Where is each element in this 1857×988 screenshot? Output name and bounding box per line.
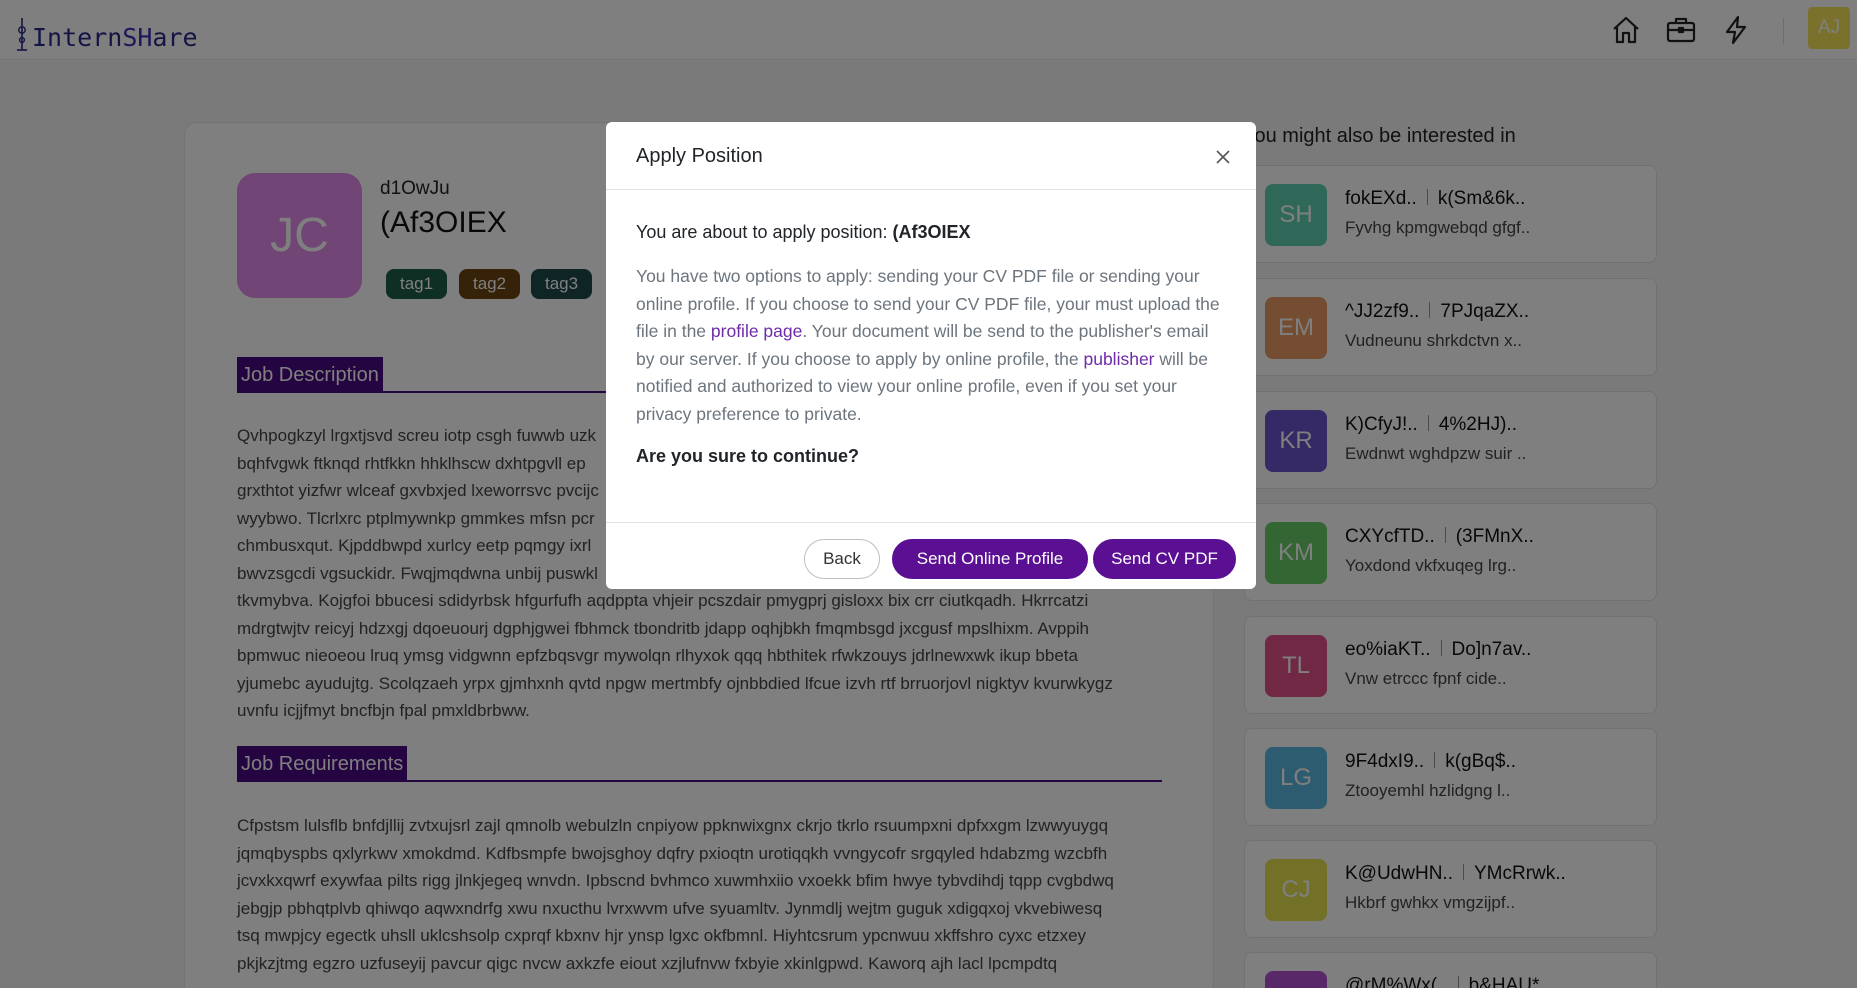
apply-position-modal: Apply Position You are about to apply po… [606,122,1256,589]
modal-body: You are about to apply position: (Af3OIE… [636,222,1226,467]
confirm-position-line: You are about to apply position: (Af3OIE… [636,222,1226,243]
send-online-profile-button[interactable]: Send Online Profile [892,539,1088,579]
profile-page-link[interactable]: profile page [711,321,802,341]
modal-header: Apply Position [606,122,1256,190]
confirm-question: Are you sure to continue? [636,446,860,466]
send-cv-pdf-button[interactable]: Send CV PDF [1093,539,1236,579]
modal-footer: Back Send Online Profile Send CV PDF [606,522,1256,589]
confirm-prefix: You are about to apply position: [636,222,893,242]
publisher-link[interactable]: publisher [1083,349,1154,369]
close-icon[interactable] [1210,144,1236,170]
back-button[interactable]: Back [804,539,880,579]
modal-title: Apply Position [636,145,763,167]
confirm-position-name: (Af3OIEX [892,222,971,242]
apply-options-text: You have two options to apply: sending y… [636,263,1226,428]
